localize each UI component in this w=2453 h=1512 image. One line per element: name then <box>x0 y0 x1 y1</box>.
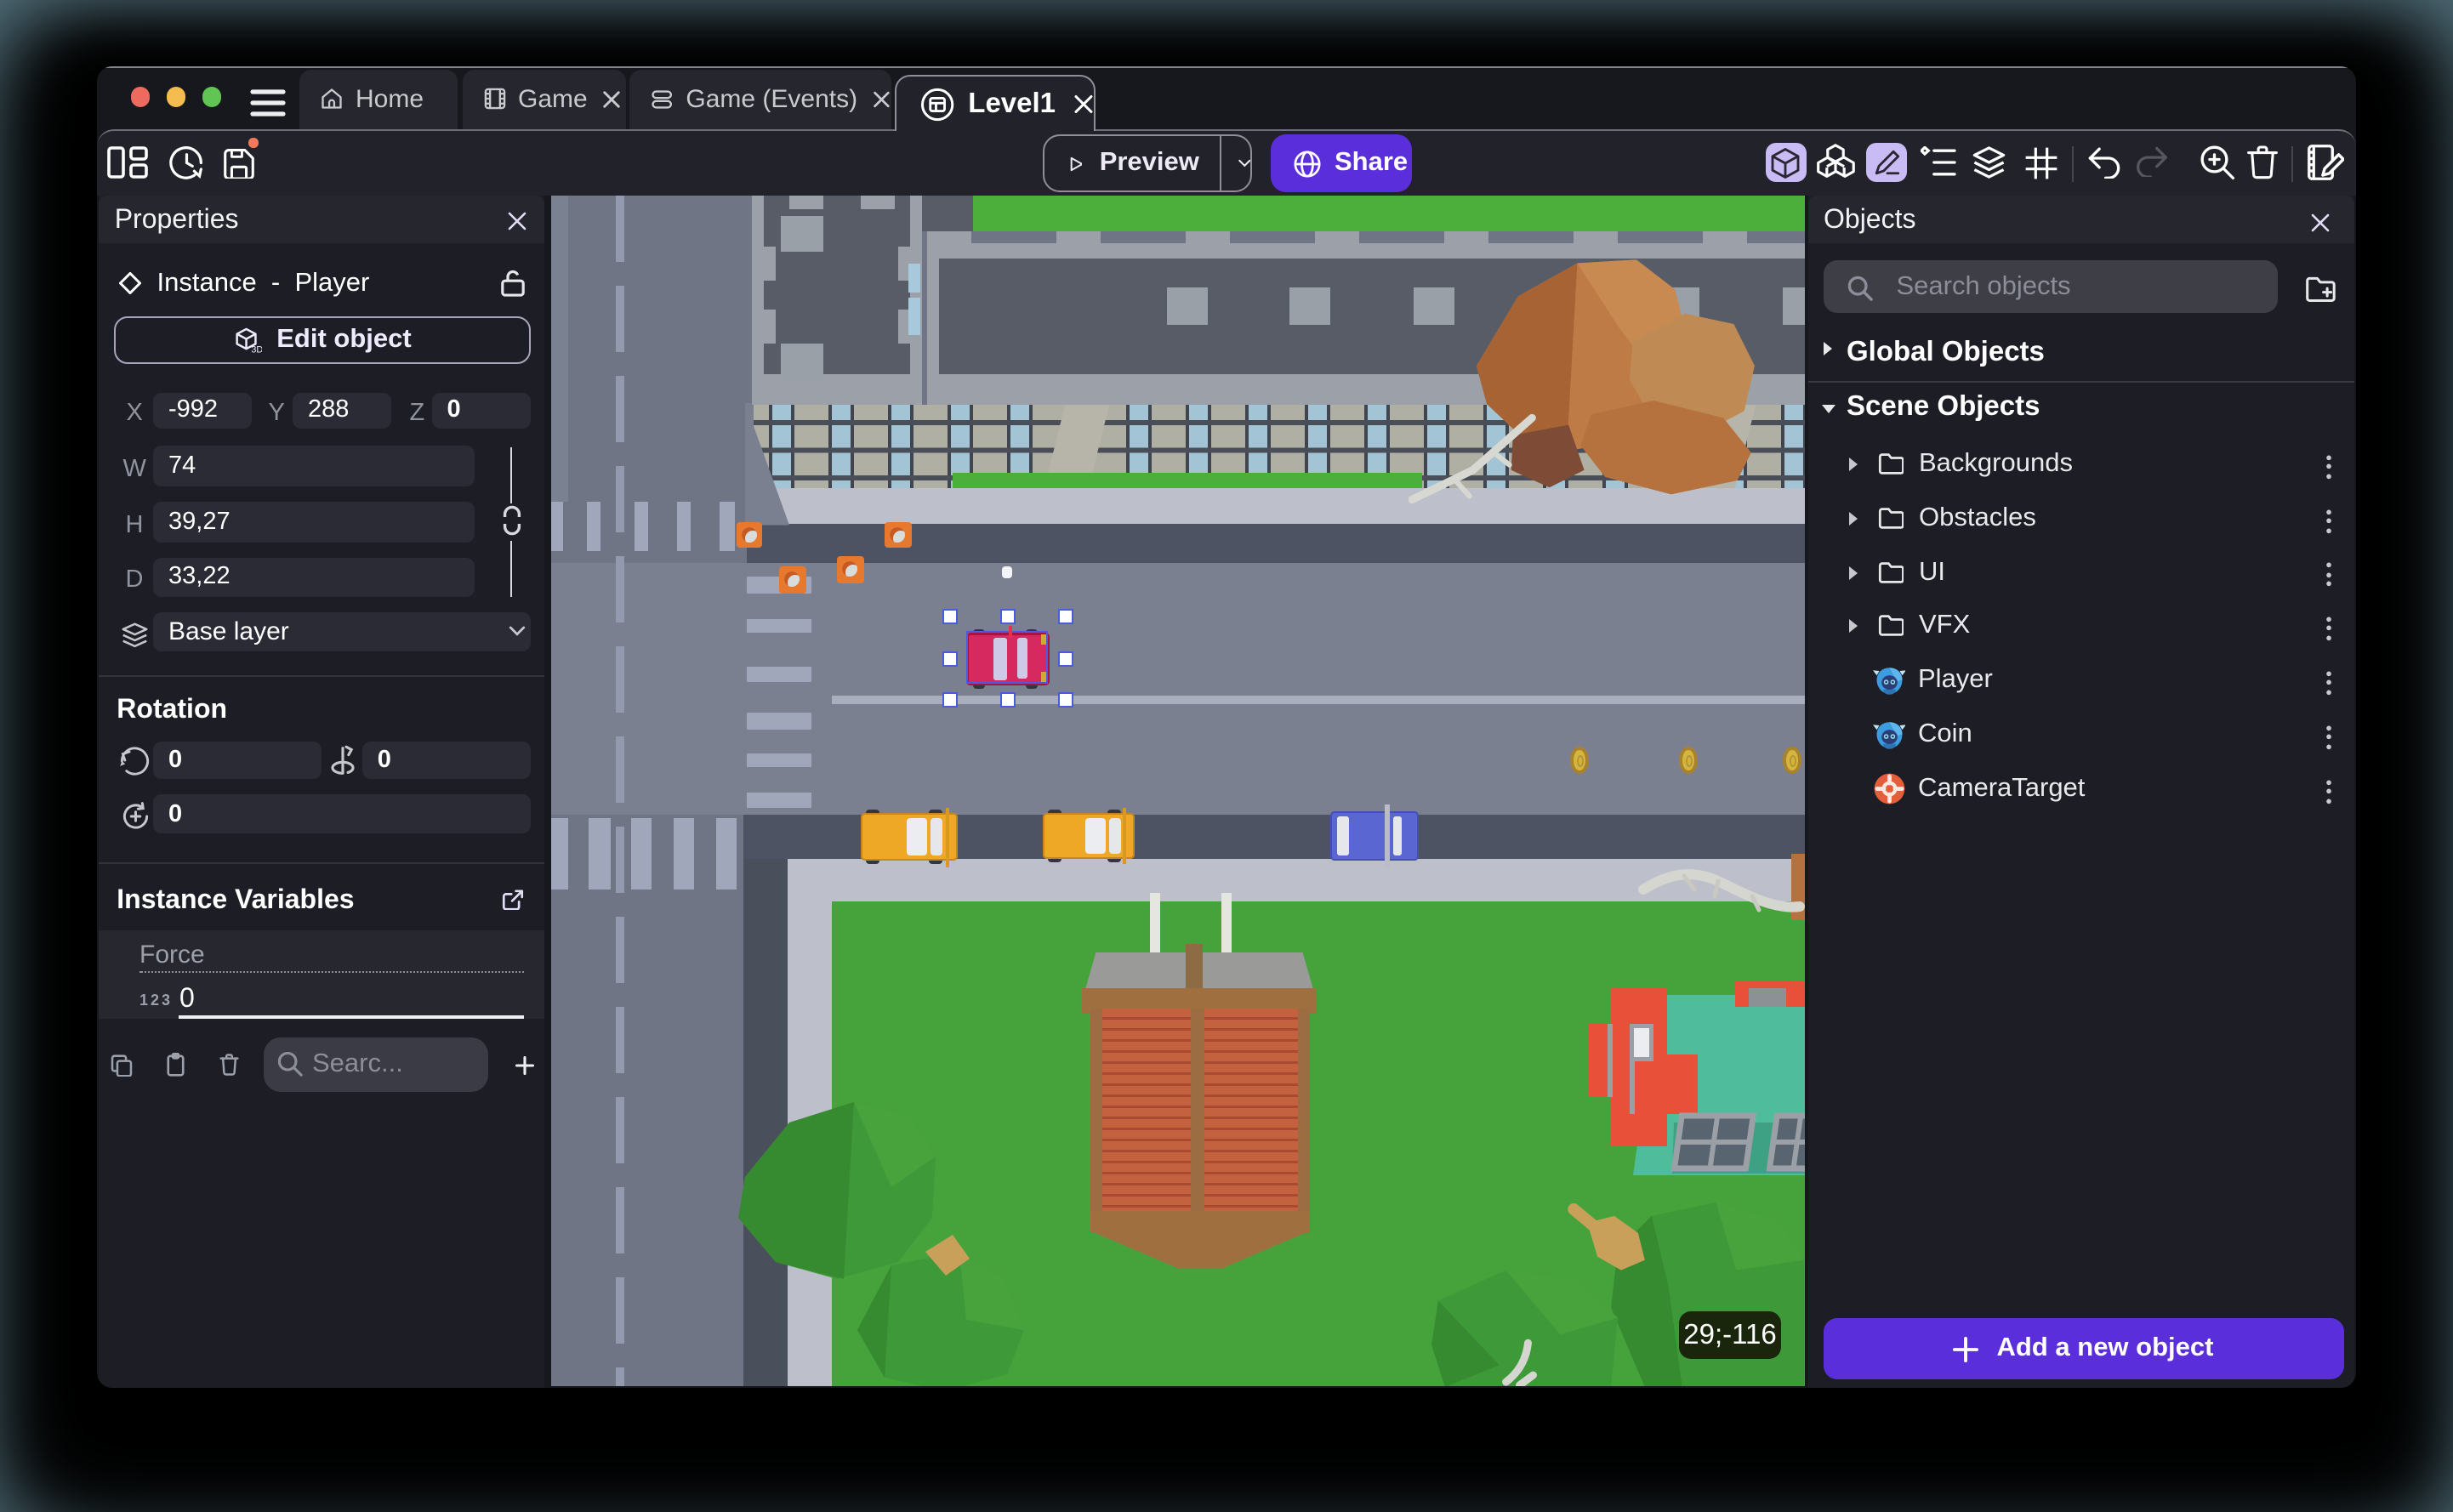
svg-text:3D: 3D <box>251 345 262 354</box>
